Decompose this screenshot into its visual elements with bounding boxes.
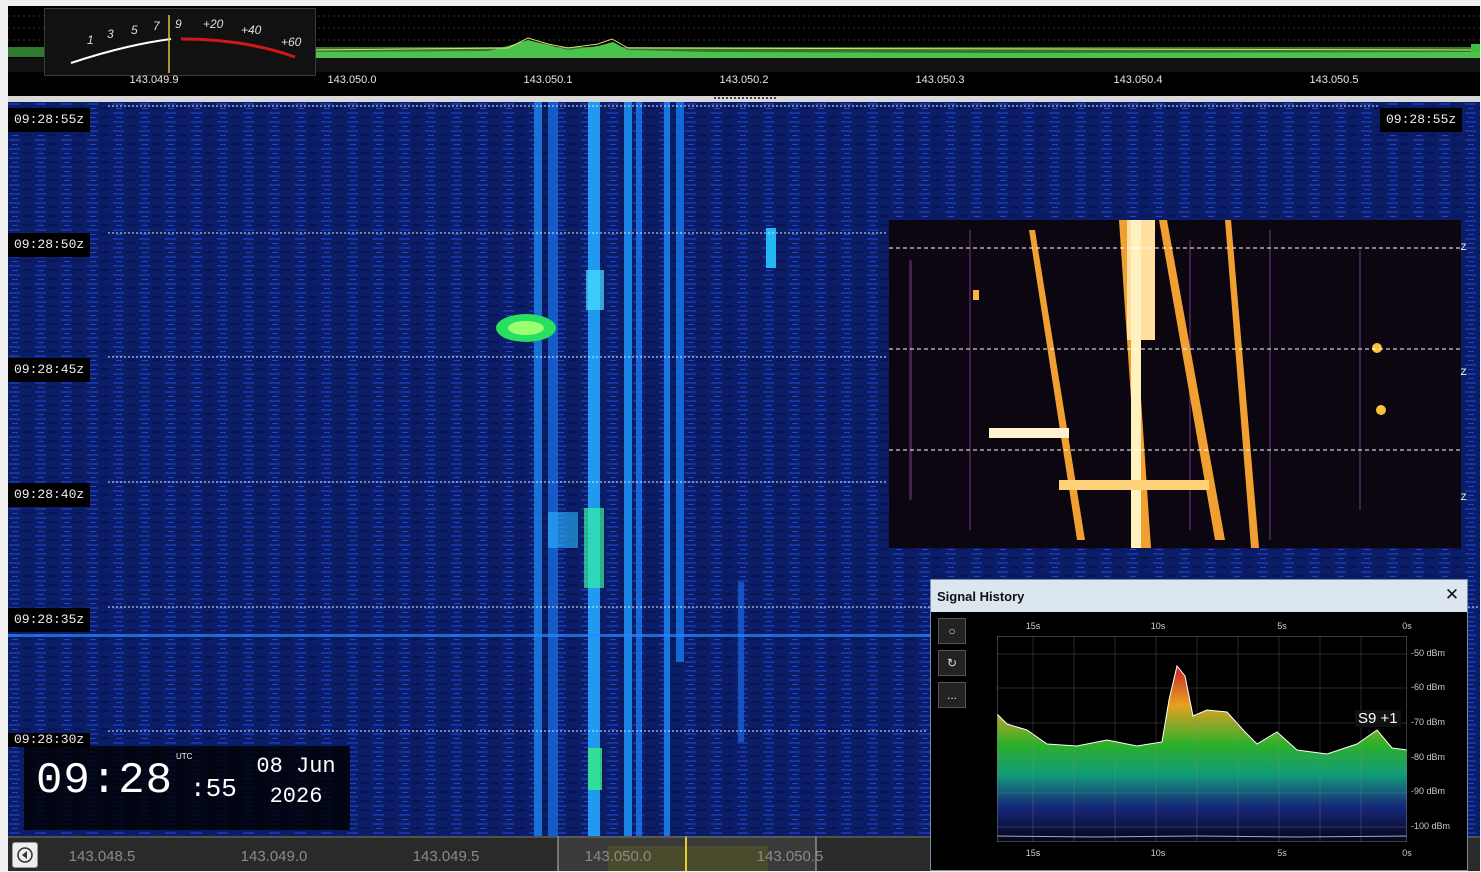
record-button[interactable]: ○ <box>938 618 966 644</box>
history-y-label: -50 dBm <box>1411 648 1446 658</box>
timestamp-label: 09:28:50z <box>8 233 91 257</box>
clock-seconds: :55 <box>190 774 237 804</box>
history-x-label: 15s <box>1025 621 1041 631</box>
bottom-freq-label: 143.049.5 <box>412 848 480 865</box>
timestamp-label: 09:28:40z <box>8 483 91 507</box>
top-freq-label: 143.049.9 <box>129 74 179 86</box>
history-x-label-bottom: 0s <box>1402 848 1412 858</box>
smeter-scale-plus20: +20 <box>203 17 224 31</box>
signal-history-titlebar[interactable]: Signal History ✕ <box>931 580 1467 612</box>
signal-history-title: Signal History <box>937 589 1025 604</box>
history-x-label-bottom: 10s <box>1150 848 1166 858</box>
history-x-label-bottom: 5s <box>1277 848 1287 858</box>
history-x-label-bottom: 15s <box>1025 848 1041 858</box>
smeter-scale-5: 5 <box>131 23 138 37</box>
history-y-label: -100 dBm <box>1411 821 1451 831</box>
top-freq-label: 143.050.3 <box>915 74 965 86</box>
bottom-freq-label: 143.048.5 <box>68 848 136 865</box>
bottom-freq-label: 143.050.0 <box>584 848 652 865</box>
top-freq-label: 143.050.0 <box>327 74 377 86</box>
timestamp-label: 09:28:35z <box>8 608 91 632</box>
zoom-waterfall-image <box>889 220 1461 548</box>
utc-clock: UTC 09:28 :55 08 Jun 2026 <box>24 746 350 830</box>
close-icon[interactable]: ✕ <box>1441 584 1463 606</box>
smeter-scale-9: 9 <box>175 17 182 31</box>
more-options-button[interactable]: ... <box>938 682 966 708</box>
smeter-scale-7: 7 <box>153 19 160 33</box>
history-y-label: -60 dBm <box>1411 682 1446 692</box>
top-freq-label: 143.050.4 <box>1113 74 1163 86</box>
clock-timezone: UTC <box>176 752 193 761</box>
zoom-marker: z <box>1460 240 1468 254</box>
zoom-waterfall-panel[interactable] <box>889 220 1461 548</box>
scroll-left-button[interactable] <box>12 842 38 868</box>
chevron-left-icon <box>17 847 33 863</box>
timestamp-label: 09:28:55z <box>8 108 91 132</box>
smeter-scale-3: 3 <box>107 27 114 41</box>
bottom-freq-label: 143.050.5 <box>756 848 824 865</box>
signal-history-window[interactable]: Signal History ✕ ○ ↻ ... 15s 10s 5s 0s -… <box>930 579 1468 871</box>
history-y-label: -80 dBm <box>1411 752 1446 762</box>
zoom-marker: z <box>1460 490 1468 504</box>
s-reading-label: S9 +1 <box>1355 710 1401 727</box>
clock-date-day: 08 Jun <box>256 754 336 779</box>
smeter-scale-1: 1 <box>87 33 94 47</box>
reset-button[interactable]: ↻ <box>938 650 966 676</box>
top-freq-label: 143.050.1 <box>523 74 573 86</box>
history-x-label: 0s <box>1402 621 1412 631</box>
smeter-scale-plus40: +40 <box>241 23 262 37</box>
history-y-label: -90 dBm <box>1411 786 1446 796</box>
top-freq-label: 143.050.2 <box>719 74 769 86</box>
clock-time: 09:28 <box>36 756 174 806</box>
timestamp-label: 09:28:30z <box>8 733 91 747</box>
top-freq-label: 143.050.5 <box>1309 74 1359 86</box>
smeter-scale-plus60: +60 <box>281 35 302 49</box>
history-y-label: -70 dBm <box>1411 717 1446 727</box>
timestamp-label-right: 09:28:55z <box>1380 108 1463 132</box>
clock-date-year: 2026 <box>269 784 323 809</box>
history-x-label: 5s <box>1277 621 1287 631</box>
signal-history-graph <box>997 636 1407 842</box>
s-meter: 1 3 5 7 9 +20 +40 +60 <box>44 8 316 76</box>
zoom-marker: z <box>1460 365 1468 379</box>
bottom-freq-label: 143.049.0 <box>240 848 308 865</box>
timestamp-label: 09:28:45z <box>8 358 91 382</box>
clock-date: 08 Jun 2026 <box>254 752 338 812</box>
history-x-label: 10s <box>1150 621 1166 631</box>
